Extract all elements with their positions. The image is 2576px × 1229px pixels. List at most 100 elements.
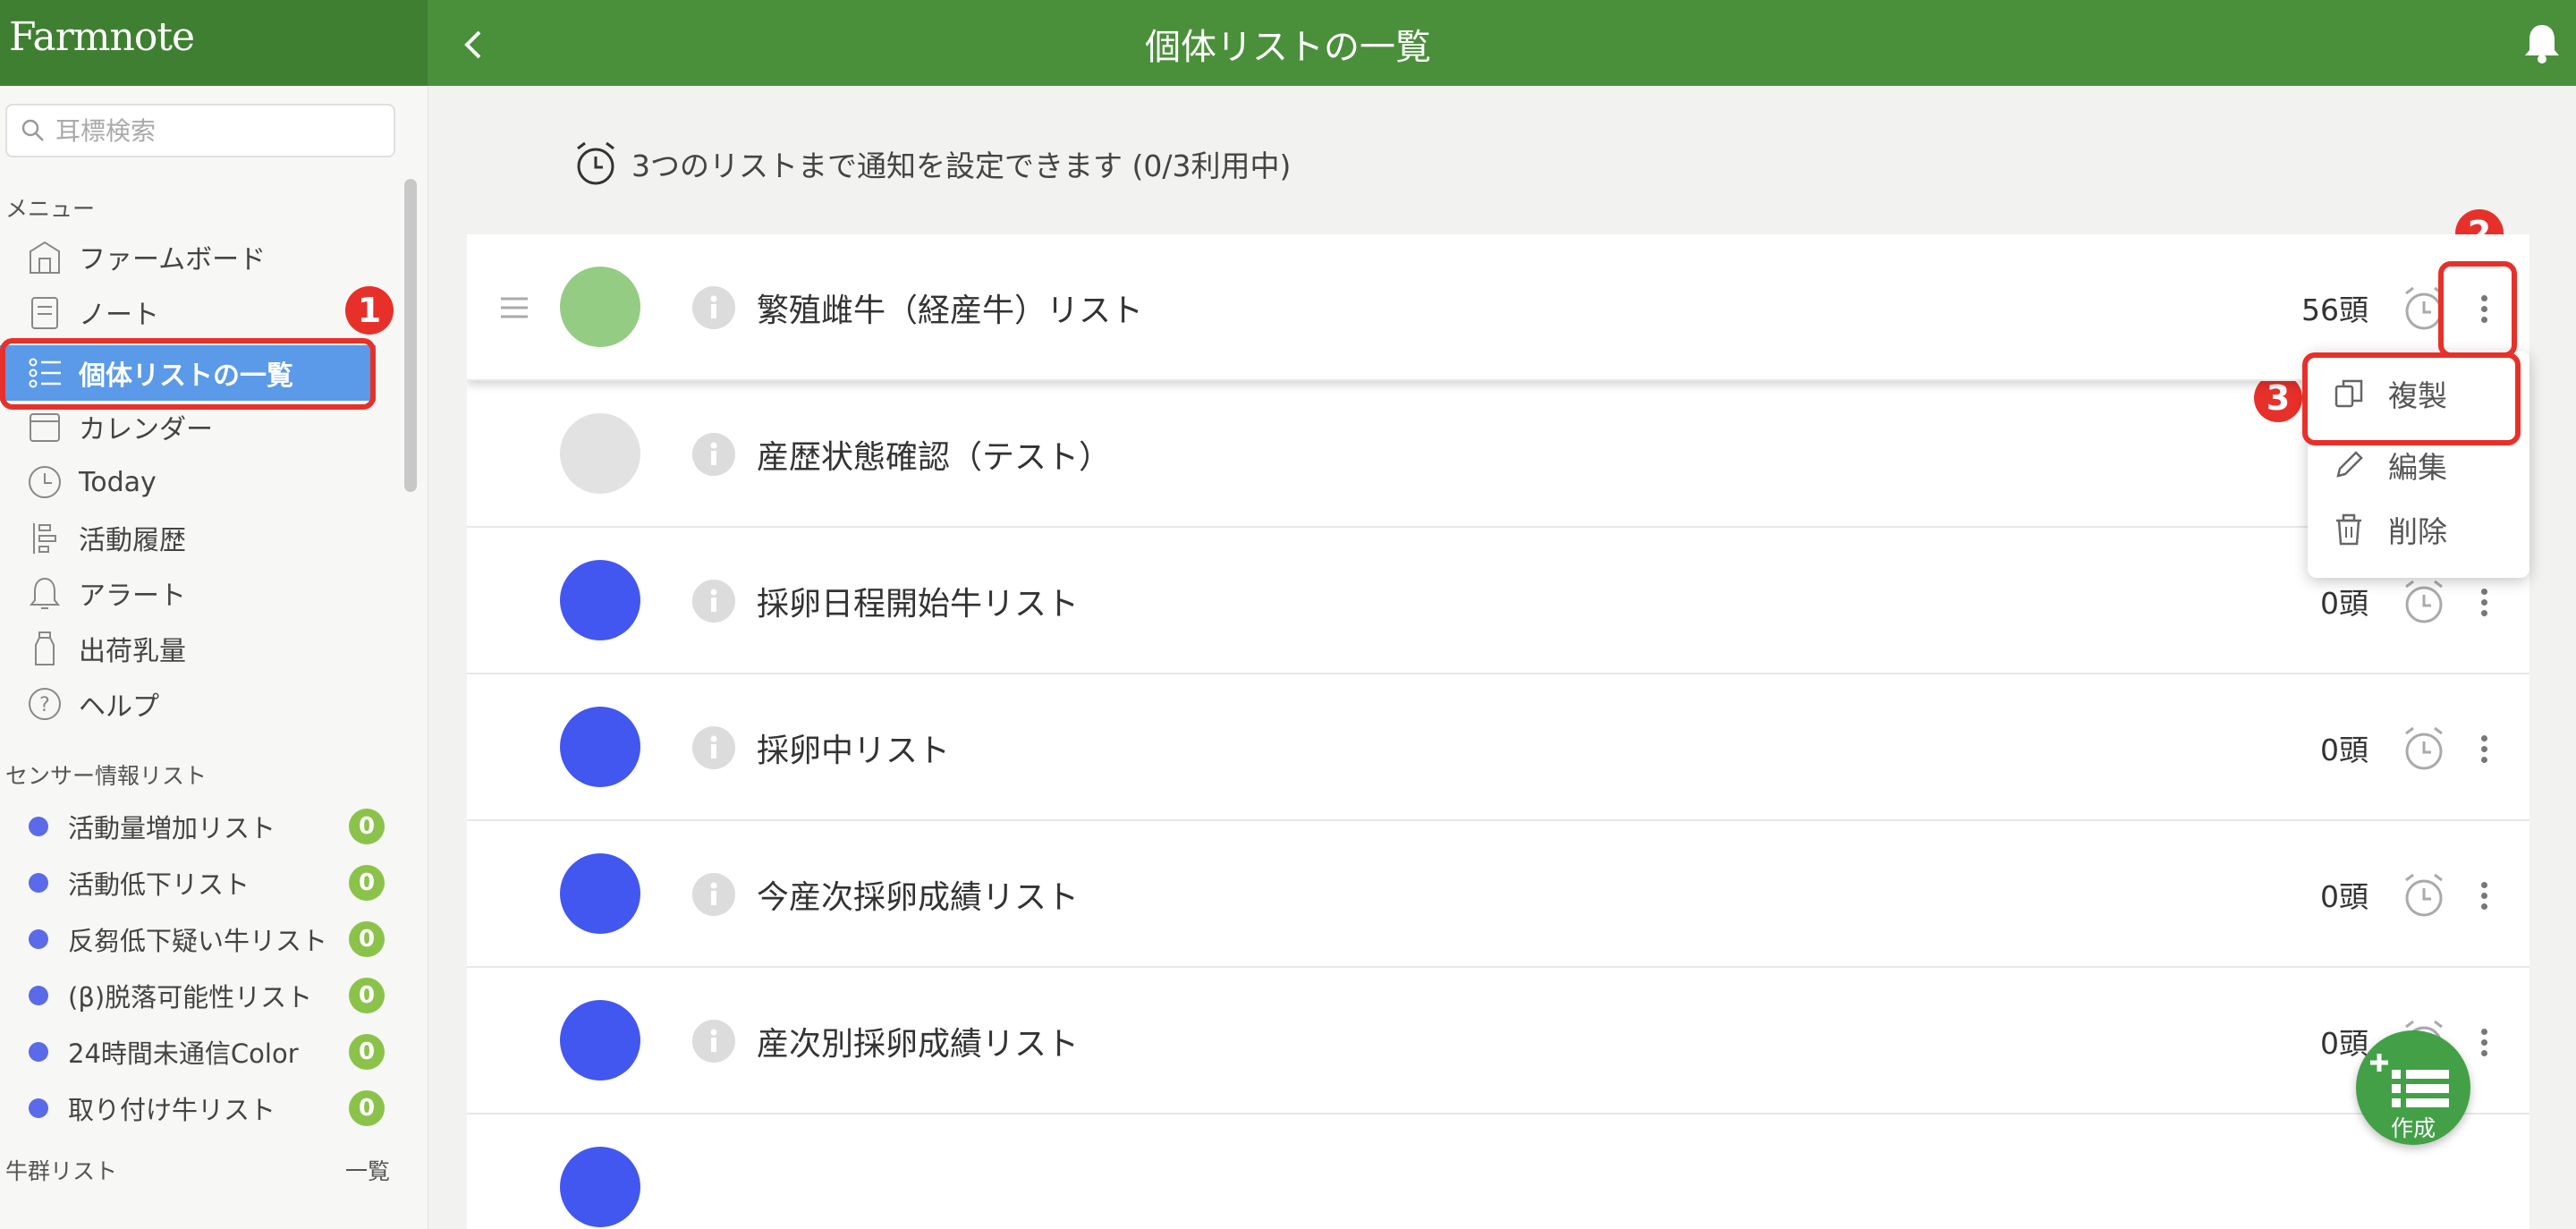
info-icon[interactable] — [692, 873, 735, 916]
sidebar-item-label: 活動履歴 — [79, 525, 186, 556]
list-color-dot — [29, 986, 48, 1005]
list-row[interactable]: 採卵中リスト 0頭 — [467, 674, 2529, 821]
alarm-clock-icon[interactable] — [2401, 578, 2447, 626]
count-badge: 0 — [349, 921, 385, 957]
sidebar-item-note[interactable]: ノート — [0, 284, 376, 340]
sensor-list-activity-decrease[interactable]: 活動低下リスト 0 — [0, 856, 394, 910]
sidebar-item-label: 出荷乳量 — [79, 636, 186, 667]
list-row[interactable]: 産次別採卵成績リスト 0頭 — [467, 968, 2529, 1115]
sidebar-item-shipping-milk[interactable]: 出荷乳量 — [0, 621, 376, 676]
sidebar-item-label: ファームボード — [79, 244, 267, 275]
sidebar-item-alert[interactable]: アラート — [0, 565, 376, 621]
count-badge: 0 — [349, 978, 385, 1013]
notice-text: 3つのリストまで通知を設定できます (0/3利用中) — [631, 148, 1292, 183]
sensor-list-label: 活動低下リスト — [68, 869, 250, 900]
list-name: 採卵日程開始牛リスト — [757, 586, 1080, 623]
list-row[interactable] — [467, 1115, 2529, 1229]
calendar-icon — [30, 413, 60, 442]
sensor-section-label: センサー情報リスト — [5, 763, 208, 789]
list-color-dot — [29, 873, 48, 893]
list-color-avatar — [560, 707, 640, 787]
list-row[interactable]: 今産次採卵成績リスト 0頭 — [467, 821, 2529, 968]
sensor-list-rumination-decrease[interactable]: 反芻低下疑い牛リスト 0 — [0, 912, 394, 966]
step-marker-1: 1 — [345, 286, 394, 335]
help-icon: ? — [29, 688, 61, 720]
list-name: 今産次採卵成績リスト — [757, 879, 1080, 916]
list-name: 採卵中リスト — [757, 733, 951, 769]
info-icon[interactable] — [692, 580, 735, 623]
sensor-list-attached-cows[interactable]: 取り付け牛リスト 0 — [0, 1081, 394, 1135]
notification-bell-icon[interactable] — [2522, 21, 2562, 64]
chevron-left-icon — [464, 30, 481, 59]
sensor-list-no-communication[interactable]: 24時間未通信Color 0 — [0, 1025, 394, 1079]
menu-item-delete[interactable]: 削除 — [2308, 497, 2529, 562]
highlight-box-more-options — [2438, 261, 2517, 358]
count-badge: 0 — [349, 809, 385, 844]
svg-text:?: ? — [39, 694, 50, 716]
count-badge: 0 — [349, 1090, 385, 1126]
herd-list-all-link[interactable]: 一覧 — [345, 1154, 390, 1186]
list-color-avatar — [560, 1000, 640, 1081]
sensor-list-label: 活動量増加リスト — [68, 813, 276, 843]
more-options-button[interactable] — [2470, 871, 2497, 920]
drag-handle-icon[interactable] — [499, 290, 530, 326]
list-color-dot — [29, 817, 48, 836]
sidebar-item-today[interactable]: Today — [0, 454, 376, 510]
more-options-button[interactable] — [2470, 1018, 2497, 1066]
herd-list-section: 牛群リスト 一覧 — [5, 1154, 390, 1186]
sensor-list-activity-increase[interactable]: 活動量増加リスト 0 — [0, 800, 394, 853]
info-icon[interactable] — [692, 726, 735, 769]
sensor-list-detach-possibility[interactable]: (β)脱落可能性リスト 0 — [0, 969, 394, 1022]
list-name: 繁殖雌牛（経産牛）リスト — [757, 292, 1144, 329]
farm-icon — [30, 241, 60, 274]
search-input[interactable] — [54, 114, 379, 147]
more-options-button[interactable] — [2470, 578, 2497, 626]
list-color-dot — [29, 929, 48, 949]
sidebar-item-farmboard[interactable]: ファームボード — [0, 229, 376, 284]
fab-label: 作成 — [2390, 1115, 2436, 1141]
sidebar-item-label: ヘルプ — [79, 691, 159, 723]
sidebar-scrollbar[interactable] — [404, 179, 417, 492]
list-row[interactable]: 採卵日程開始牛リスト 0頭 — [467, 528, 2529, 674]
list-row[interactable]: 繁殖雌牛（経産牛）リスト 56頭 — [467, 234, 2529, 381]
herd-list-label: 牛群リスト — [5, 1158, 118, 1184]
back-button[interactable] — [447, 20, 497, 70]
sidebar-item-label: アラート — [79, 581, 186, 612]
create-list-fab[interactable]: 作成 — [2356, 1030, 2470, 1145]
count-badge: 0 — [349, 865, 385, 901]
info-icon[interactable] — [692, 1020, 735, 1063]
list-color-avatar — [560, 853, 640, 934]
sensor-list-label: 反芻低下疑い牛リスト — [68, 926, 328, 956]
list-color-dot — [29, 1042, 48, 1062]
sidebar-item-label: カレンダー — [79, 414, 213, 445]
list-row[interactable]: 産歴状態確認（テスト） 15 — [467, 381, 2529, 528]
sidebar-item-activity-history[interactable]: 活動履歴 — [0, 510, 376, 565]
sidebar-item-help[interactable]: ? ヘルプ — [0, 676, 376, 732]
info-icon[interactable] — [692, 286, 735, 329]
list-color-avatar — [560, 560, 640, 640]
step-marker-3: 3 — [2254, 374, 2302, 422]
clock-icon — [29, 466, 61, 498]
count-badge: 0 — [349, 1034, 385, 1070]
alarm-clock-icon[interactable] — [2401, 871, 2447, 920]
alarm-clock-icon — [577, 141, 614, 185]
list-count: 0頭 — [2320, 733, 2368, 767]
list-color-dot — [29, 1098, 48, 1118]
more-options-button[interactable] — [2470, 725, 2497, 773]
info-icon[interactable] — [692, 433, 735, 476]
page-title: 個体リストの一覧 — [1145, 27, 1431, 68]
sensor-list-label: 24時間未通信Color — [68, 1038, 299, 1069]
sidebar-item-calendar[interactable]: カレンダー — [0, 399, 376, 454]
note-icon — [31, 297, 58, 329]
sidebar-item-label: ノート — [79, 300, 159, 331]
menu-item-label: 編集 — [2388, 450, 2447, 485]
alarm-clock-icon[interactable] — [2401, 725, 2447, 773]
list-count: 0頭 — [2320, 879, 2368, 914]
list-name: 産次別採卵成績リスト — [757, 1026, 1080, 1063]
search-icon — [21, 119, 44, 141]
ear-tag-search[interactable] — [5, 104, 395, 157]
list-name: 産歴状態確認（テスト） — [757, 439, 1112, 476]
app-header: Farmnote 個体リストの一覧 — [0, 0, 2576, 86]
menu-section-label: メニュー — [5, 196, 96, 222]
bell-icon — [29, 577, 61, 609]
